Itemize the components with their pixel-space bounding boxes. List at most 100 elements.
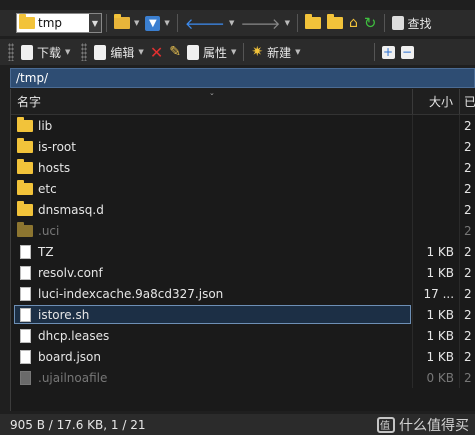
file-name-cell[interactable]: resolv.conf [11, 262, 414, 283]
file-name-cell[interactable]: lib [11, 115, 414, 136]
file-row[interactable]: hosts 2 [11, 157, 475, 178]
path-bar[interactable]: /tmp/ [10, 68, 475, 88]
file-name-cell[interactable]: etc [11, 178, 414, 199]
edit-button[interactable]: 编辑 ▼ [91, 41, 146, 63]
column-date[interactable]: 已 [460, 89, 475, 114]
folder-icon [16, 158, 34, 174]
download-label: 下载 [37, 45, 62, 60]
path-combo-value: tmp [38, 16, 63, 30]
column-size[interactable]: 大小 [413, 89, 461, 114]
file-name: dnsmasq.d [38, 202, 104, 217]
file-date: 2 [464, 265, 472, 280]
file-date: 2 [464, 286, 472, 301]
file-size [413, 115, 461, 136]
path-combo[interactable]: tmp ▼ [16, 13, 102, 33]
file-row[interactable]: luci-indexcache.9a8cd327.json 17 ... 2 [11, 283, 475, 304]
file-name-cell[interactable]: board.json [11, 346, 414, 367]
filter-button[interactable]: ▼ ▼ [142, 12, 172, 34]
file-name-cell[interactable]: .ujailnoafile [11, 367, 414, 388]
file-toolbar: 下载 ▼ 编辑 ▼ ✕ ✎ 属性 ▼ ✷ 新建 ▼ + − [0, 39, 475, 65]
root-folder-button[interactable] [324, 12, 346, 34]
home-button[interactable]: ⌂ [346, 12, 361, 34]
watermark-logo-icon [377, 417, 395, 433]
file-name-cell[interactable]: hosts [11, 157, 414, 178]
folder-icon [16, 137, 34, 153]
file-name-cell[interactable]: luci-indexcache.9a8cd327.json [11, 283, 414, 304]
file-name-cell[interactable]: TZ [11, 241, 414, 262]
sort-indicator-icon: ⌄ [209, 89, 215, 97]
edit-icon [94, 44, 107, 60]
status-bar: 905 B / 17.6 KB, 1 / 21 什么值得买 [0, 414, 475, 435]
chevron-down-icon[interactable]: ▼ [138, 48, 143, 56]
find-icon [391, 16, 404, 30]
file-row[interactable]: resolv.conf 1 KB 2 [11, 262, 475, 283]
remove-button[interactable]: − [398, 41, 417, 63]
file-icon [16, 265, 34, 280]
forward-button[interactable]: 🡒 ▼ [237, 12, 293, 34]
download-icon [21, 44, 33, 60]
toolbar-grip[interactable] [81, 43, 88, 61]
chevron-down-icon[interactable]: ▼ [134, 19, 139, 27]
file-date: 2 [464, 328, 472, 343]
download-button[interactable]: 下载 ▼ [18, 41, 73, 63]
new-label: 新建 [267, 45, 292, 60]
rename-button[interactable]: ✎ [166, 41, 184, 63]
delete-button[interactable]: ✕ [147, 41, 166, 63]
chevron-down-icon[interactable]: ▼ [231, 48, 236, 56]
find-button[interactable]: 查找 [389, 12, 435, 34]
root-folder-icon [327, 14, 344, 29]
file-row[interactable]: istore.sh 1 KB 2 [11, 304, 475, 325]
find-label: 查找 [407, 16, 432, 31]
file-row[interactable]: is-root 2 [11, 136, 475, 157]
add-button[interactable]: + [379, 41, 398, 63]
home-icon: ⌂ [349, 15, 358, 31]
file-row[interactable]: dnsmasq.d 2 [11, 199, 475, 220]
folder-icon [19, 14, 35, 29]
parent-folder-button[interactable] [302, 12, 324, 34]
watermark-text: 什么值得买 [399, 418, 469, 434]
back-button[interactable]: 🡐 ▼ [182, 12, 238, 34]
file-size: 1 KB [413, 304, 461, 325]
file-icon [16, 370, 34, 385]
chevron-down-icon[interactable]: ▼ [295, 48, 300, 56]
divider [106, 14, 107, 32]
file-name: is-root [38, 139, 76, 154]
file-row[interactable]: board.json 1 KB 2 [11, 346, 475, 367]
file-row[interactable]: TZ 1 KB 2 [11, 241, 475, 262]
file-name: TZ [38, 244, 54, 259]
open-folder-button[interactable]: ▼ [111, 12, 142, 34]
file-icon [16, 307, 34, 322]
filter-icon: ▼ [145, 15, 161, 31]
file-name-cell[interactable]: dhcp.leases [11, 325, 414, 346]
file-row[interactable]: .ujailnoafile 0 KB 2 [11, 367, 475, 388]
column-size-label: 大小 [429, 95, 454, 109]
file-size [413, 220, 461, 241]
file-row[interactable]: etc 2 [11, 178, 475, 199]
column-name-label: 名字 [17, 95, 42, 109]
refresh-button[interactable]: ↻ [361, 12, 380, 34]
file-date: 2 [464, 370, 472, 385]
toolbar-grip[interactable] [8, 43, 14, 61]
column-header: 名字 大小 已 ⌄ [11, 89, 475, 115]
watermark: 什么值得买 [377, 415, 469, 435]
file-size: 0 KB [413, 367, 461, 388]
chevron-down-icon[interactable]: ▼ [285, 19, 290, 27]
divider [243, 43, 245, 61]
file-row[interactable]: lib 2 [11, 115, 475, 136]
chevron-down-icon[interactable]: ▼ [89, 14, 101, 32]
file-icon [16, 244, 34, 259]
chevron-down-icon[interactable]: ▼ [229, 19, 234, 27]
chevron-down-icon[interactable]: ▼ [164, 19, 169, 27]
file-row[interactable]: .uci 2 [11, 220, 475, 241]
file-size: 1 KB [413, 262, 461, 283]
properties-button[interactable]: 属性 ▼ [184, 41, 239, 63]
file-icon [16, 286, 34, 301]
file-row[interactable]: dhcp.leases 1 KB 2 [11, 325, 475, 346]
column-date-label: 已 [464, 95, 475, 109]
file-name-cell[interactable]: is-root [11, 136, 414, 157]
file-name-cell[interactable]: dnsmasq.d [11, 199, 414, 220]
chevron-down-icon[interactable]: ▼ [65, 48, 70, 56]
file-name-cell[interactable]: .uci [11, 220, 414, 241]
new-button[interactable]: ✷ 新建 ▼ [248, 41, 303, 63]
folder-icon [16, 179, 34, 195]
